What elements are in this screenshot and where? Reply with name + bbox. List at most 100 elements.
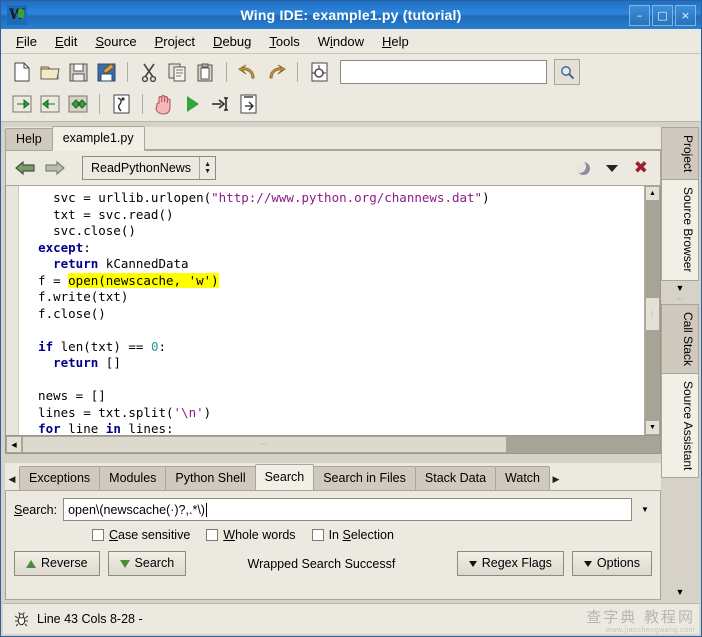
run-icon[interactable] <box>179 91 205 117</box>
menu-window[interactable]: Window <box>309 32 373 51</box>
paste-icon[interactable] <box>192 59 218 85</box>
code-token: except <box>38 239 84 255</box>
case-sensitive-label: Case sensitive <box>109 528 191 542</box>
search-button-label: Search <box>134 556 175 570</box>
editor-horizontal-scrollbar[interactable]: ◀ ⋯ <box>5 436 661 454</box>
chevron-down-icon[interactable] <box>605 164 618 172</box>
redo-icon[interactable] <box>263 59 289 85</box>
step-over-icon[interactable] <box>65 91 91 117</box>
toolbar-separator <box>226 62 227 82</box>
options-button[interactable]: Options <box>571 551 652 576</box>
options-button-label: Options <box>596 556 640 570</box>
window-controls: – □ × <box>629 4 698 26</box>
debug-probe-icon[interactable] <box>108 91 134 117</box>
undo-icon[interactable] <box>235 59 261 85</box>
menu-file[interactable]: File <box>7 32 46 51</box>
hscroll-thumb[interactable]: ⋯ <box>22 436 507 453</box>
toolbar-search-input[interactable] <box>340 60 547 84</box>
code-token: ) <box>482 190 490 205</box>
symbol-selector[interactable]: ReadPythonNews ▲ ▼ <box>82 156 217 180</box>
case-sensitive-checkbox-box[interactable] <box>92 529 104 541</box>
arrow-left-icon[interactable] <box>12 156 38 180</box>
search-history-chevron-down-icon[interactable]: ▼ <box>638 505 652 514</box>
in-selection-checkbox-box[interactable] <box>311 529 324 541</box>
right-dock-splitter-handle[interactable]: ⋯ <box>661 296 699 304</box>
triangle-left-icon[interactable]: ◀ <box>5 468 19 490</box>
bug-icon <box>13 611 29 627</box>
minimize-button[interactable]: – <box>629 4 650 26</box>
tab-help[interactable]: Help <box>5 128 53 150</box>
regex-flags-button[interactable]: Regex Flags <box>456 551 564 576</box>
save-as-icon[interactable] <box>93 59 119 85</box>
close-button[interactable]: × <box>675 4 696 26</box>
right-dock: Project Source Browser ▼ ⋯ Call Stack So… <box>661 127 699 600</box>
checkbox-whole-words[interactable]: Whole words <box>206 528 296 542</box>
whole-words-checkbox-box[interactable] <box>206 529 219 541</box>
tab-modules[interactable]: Modules <box>99 466 167 490</box>
new-file-icon[interactable] <box>9 59 35 85</box>
search-button[interactable]: Search <box>107 551 187 576</box>
menu-help[interactable]: Help <box>373 32 418 51</box>
menu-debug[interactable]: Debug <box>204 32 260 51</box>
hscroll-left-button[interactable]: ◀ <box>6 436 22 453</box>
debug-file-icon[interactable] <box>306 59 332 85</box>
triangle-down-icon <box>583 560 592 567</box>
sidebar-item-source-browser[interactable]: Source Browser <box>661 179 699 281</box>
find-icon[interactable] <box>554 59 580 85</box>
tab-exceptions[interactable]: Exceptions <box>19 466 101 490</box>
step-forward-icon[interactable] <box>9 91 35 117</box>
code-editor[interactable]: svc = urllib.urlopen("http://www.python.… <box>5 186 661 436</box>
scroll-down-button[interactable]: ▼ <box>645 420 660 435</box>
open-folder-icon[interactable] <box>37 59 63 85</box>
symbol-selector-spinner[interactable]: ▲ ▼ <box>200 157 216 179</box>
symbol-selector-value: ReadPythonNews <box>83 157 201 179</box>
arrow-right-icon[interactable] <box>42 156 68 180</box>
cut-icon[interactable] <box>136 59 162 85</box>
sidebar-item-project[interactable]: Project <box>661 127 699 181</box>
tab-search-in-files[interactable]: Search in Files <box>313 466 416 490</box>
code-line: for line in lines: <box>23 421 644 435</box>
code-line: svc = urllib.urlopen("http://www.python.… <box>23 190 644 207</box>
code-token: svc.close() <box>23 223 136 238</box>
menu-edit[interactable]: Edit <box>46 32 86 51</box>
menu-project[interactable]: Project <box>146 32 204 51</box>
tab-stack-data[interactable]: Stack Data <box>414 466 497 490</box>
close-editor-icon[interactable]: ✖ <box>634 160 648 177</box>
wing-ide-window: W Wing IDE: example1.py (tutorial) – □ ×… <box>0 0 702 637</box>
step-into-icon[interactable] <box>207 91 233 117</box>
maximize-button[interactable]: □ <box>652 4 673 26</box>
search-input[interactable]: open\(newscache(·)?,.*\) <box>63 498 632 521</box>
stop-hand-icon[interactable] <box>151 91 177 117</box>
code-token: : <box>83 239 91 255</box>
step-back-icon[interactable] <box>37 91 63 117</box>
copy-icon[interactable] <box>164 59 190 85</box>
hscroll-track[interactable]: ⋯ <box>22 436 660 453</box>
right-dock-collapse-top-icon[interactable]: ▼ <box>661 280 699 296</box>
tab-python-shell[interactable]: Python Shell <box>165 466 256 490</box>
save-icon[interactable] <box>65 59 91 85</box>
menu-tools[interactable]: Tools <box>260 32 308 51</box>
sidebar-item-source-assistant[interactable]: Source Assistant <box>661 372 699 479</box>
checkbox-case-sensitive[interactable]: Case sensitive <box>92 528 190 542</box>
sidebar-item-call-stack[interactable]: Call Stack <box>661 303 699 374</box>
right-dock-collapse-bottom-icon[interactable]: ▼ <box>661 584 699 600</box>
reverse-button[interactable]: Reverse <box>14 551 100 576</box>
tab-watch[interactable]: Watch <box>495 466 550 490</box>
step-out-icon[interactable] <box>235 91 261 117</box>
scroll-track[interactable]: ⋮ <box>645 201 660 420</box>
code-token: return <box>53 355 99 370</box>
source-code-text[interactable]: svc = urllib.urlopen("http://www.python.… <box>19 186 644 435</box>
code-line: return [] <box>23 355 644 372</box>
scroll-thumb[interactable]: ⋮ <box>645 297 660 332</box>
checkbox-in-selection[interactable]: In Selection <box>311 528 394 542</box>
scroll-up-button[interactable]: ▲ <box>645 186 660 201</box>
tab-search[interactable]: Search <box>254 464 315 490</box>
spinner-down-icon: ▼ <box>204 168 212 175</box>
triangle-right-icon[interactable]: ▶ <box>549 468 563 490</box>
tab-example1-py[interactable]: example1.py <box>51 126 145 151</box>
editor-vertical-scrollbar[interactable]: ▲ ⋮ ▼ <box>644 186 660 435</box>
moon-icon[interactable] <box>576 161 590 175</box>
menu-source[interactable]: Source <box>86 32 145 51</box>
